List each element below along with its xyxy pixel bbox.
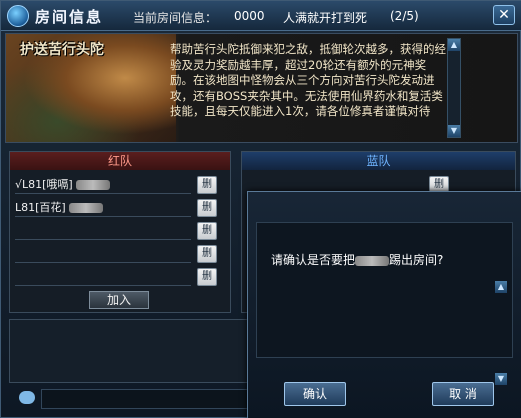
kick-button-2[interactable]: 删	[197, 199, 217, 217]
blue-team-header: 蓝队	[242, 152, 515, 170]
player-name: L81[百花]	[15, 201, 66, 214]
player-name: √L81[哦嗝]	[15, 178, 73, 191]
join-button[interactable]: 加入	[89, 291, 149, 309]
banner-title: 护送苦行头陀	[20, 42, 104, 58]
scroll-down-icon[interactable]: ▼	[448, 125, 460, 137]
close-button[interactable]: ✕	[493, 5, 515, 25]
window-title: 房间信息	[35, 8, 104, 26]
window-header: 房间信息 当前房间信息： 0000 人满就开打到死 (2/5) ✕	[1, 1, 521, 31]
kick-confirm-dialog: 请确认是否要把 踢出房间? ▲ ▼ 确认 取 消	[247, 191, 521, 418]
kick-button-4[interactable]: 删	[197, 245, 217, 263]
dialog-body: 请确认是否要把 踢出房间? ▲ ▼	[256, 222, 513, 385]
cancel-button[interactable]: 取 消	[432, 382, 494, 406]
chat-input[interactable]	[41, 389, 281, 409]
kick-button-5[interactable]: 删	[197, 268, 217, 286]
red-slot-5[interactable]	[15, 267, 191, 286]
dialog-scrollbar[interactable]: ▲ ▼	[495, 281, 509, 403]
banner-scrollbar[interactable]: ▲ ▼	[447, 38, 461, 138]
hidden-name-mask	[355, 255, 390, 266]
kick-button-1[interactable]: 删	[197, 176, 217, 194]
hidden-name-mask	[76, 180, 111, 190]
scroll-down-icon[interactable]: ▼	[495, 373, 507, 385]
banner-description: 帮助苦行头陀抵御来犯之敌，抵御轮次越多，获得的经验及灵力奖励越丰厚，超过20轮还…	[170, 42, 446, 118]
room-player-count: (2/5)	[390, 9, 419, 23]
room-id: 0000	[234, 9, 265, 23]
scroll-up-icon[interactable]: ▲	[495, 281, 507, 293]
red-team-header: 红队	[10, 152, 230, 170]
room-name: 人满就开打到死	[283, 11, 368, 25]
room-info-window: 房间信息 当前房间信息： 0000 人满就开打到死 (2/5) ✕ 护送苦行头陀…	[0, 0, 521, 418]
hidden-name-mask	[69, 203, 104, 213]
kick-button-3[interactable]: 删	[197, 222, 217, 240]
room-icon	[7, 5, 29, 27]
red-slot-3[interactable]	[15, 221, 191, 240]
message-suffix: 踢出房间?	[389, 253, 444, 267]
chat-bubble-icon[interactable]	[19, 391, 35, 404]
dialog-message: 请确认是否要把 踢出房间?	[271, 251, 443, 268]
red-slot-4[interactable]	[15, 244, 191, 263]
red-slot-1[interactable]: √L81[哦嗝]	[15, 175, 191, 194]
scroll-up-icon[interactable]: ▲	[448, 39, 460, 51]
event-banner: 护送苦行头陀 帮助苦行头陀抵御来犯之敌，抵御轮次越多，获得的经验及灵力奖励越丰厚…	[5, 33, 518, 143]
confirm-button[interactable]: 确认	[284, 382, 346, 406]
room-info-label: 当前房间信息：	[133, 11, 218, 25]
message-prefix: 请确认是否要把	[271, 253, 356, 267]
red-slot-2[interactable]: L81[百花]	[15, 198, 191, 217]
